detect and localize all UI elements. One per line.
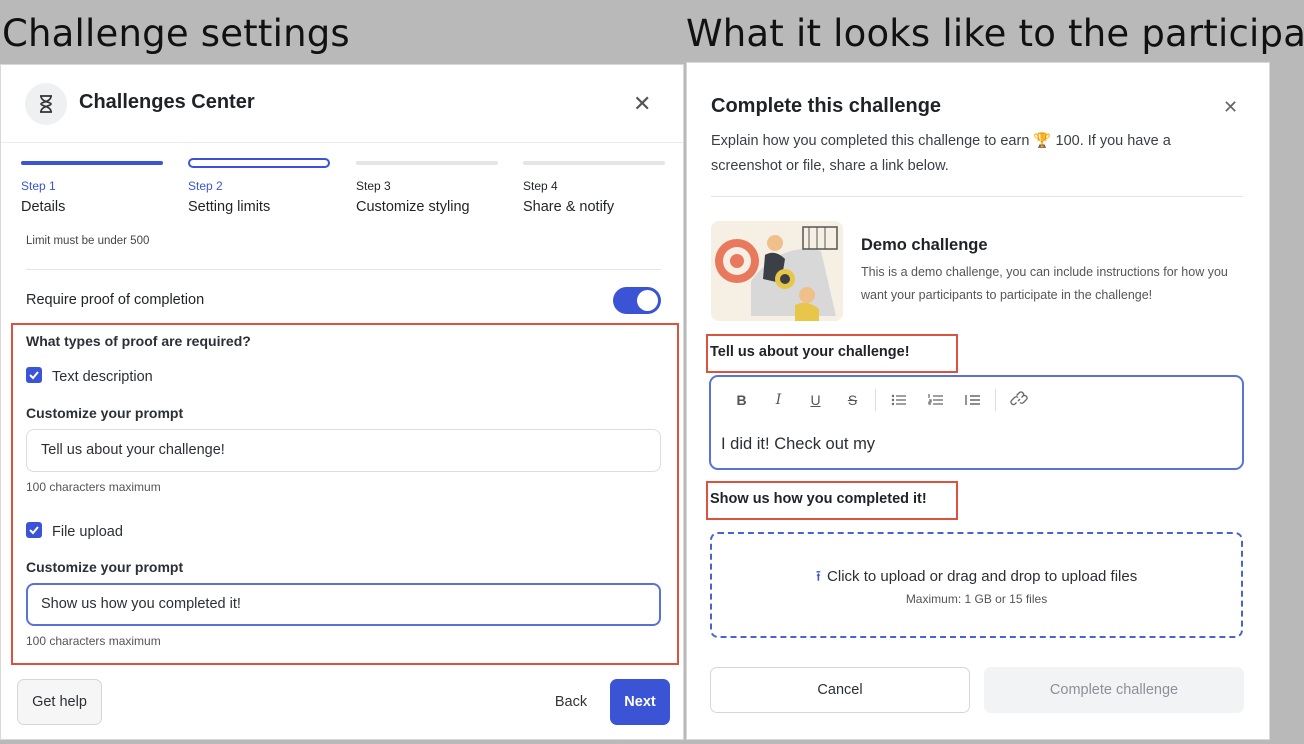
upload-instructions: ⭱ Click to upload or drag and drop to upl… (712, 566, 1241, 591)
participant-modal-title: Complete this challenge (711, 95, 942, 117)
require-proof-label: Require proof of completion (26, 292, 205, 308)
file-prompt-label: Show us how you completed it! (710, 491, 927, 507)
strikethrough-icon[interactable]: S (834, 387, 871, 413)
require-proof-toggle[interactable] (613, 287, 661, 314)
modal-title: Challenges Center (79, 91, 255, 113)
step-label: Share & notify (523, 199, 615, 215)
upload-text: Click to upload or drag and drop to uplo… (827, 568, 1138, 585)
editor-content: I did it! Check out my (721, 435, 876, 453)
char-limit-note: 100 characters maximum (26, 634, 161, 648)
step-number: Step 1 (21, 179, 56, 193)
toolbar-separator (995, 389, 996, 411)
upload-icon: ⭱ (815, 568, 822, 585)
step-label: Details (21, 199, 66, 215)
char-limit-note: 100 characters maximum (26, 480, 161, 494)
back-button[interactable]: Back (541, 679, 601, 725)
demo-challenge-description: This is a demo challenge, you can includ… (861, 265, 1228, 302)
challenge-illustration (711, 221, 843, 321)
text-prompt-input[interactable]: Tell us about your challenge! (26, 429, 661, 472)
close-icon[interactable]: ✕ (1223, 97, 1238, 118)
close-icon[interactable]: ✕ (633, 93, 651, 115)
step-number: Step 3 (356, 179, 391, 193)
limit-note: Limit must be under 500 (26, 235, 150, 247)
link-icon[interactable] (1000, 387, 1037, 413)
underline-icon[interactable]: U (797, 387, 834, 413)
blockquote-icon[interactable] (954, 387, 991, 413)
file-prompt-input[interactable]: Show us how you completed it! (26, 583, 661, 626)
divider (711, 196, 1243, 197)
step-details[interactable]: Step 1 Details (21, 161, 163, 215)
get-help-button[interactable]: Get help (17, 679, 102, 725)
step-number: Step 4 (523, 179, 558, 193)
italic-icon[interactable]: I (760, 387, 797, 413)
step-label: Setting limits (188, 199, 271, 215)
toolbar-separator (875, 389, 876, 411)
hourglass-icon (25, 83, 67, 125)
cancel-button[interactable]: Cancel (710, 667, 970, 713)
customize-prompt-label: Customize your prompt (26, 559, 184, 575)
numbered-list-icon[interactable] (917, 387, 954, 413)
bulleted-list-icon[interactable] (880, 387, 917, 413)
step-share-notify[interactable]: Step 4 Share & notify (523, 161, 665, 215)
demo-challenge-title: Demo challenge (861, 236, 988, 254)
bold-icon[interactable]: B (723, 387, 760, 413)
text-description-label: Text description (52, 369, 153, 385)
text-description-checkbox[interactable] (26, 367, 42, 383)
caption-challenge-settings: Challenge settings (2, 12, 350, 55)
text-prompt-label: Tell us about your challenge! (710, 344, 910, 360)
caption-participant-view: What it looks like to the participant (686, 12, 1304, 55)
rich-text-editor[interactable]: B I U S I did it! Check out my (709, 375, 1244, 470)
editor-toolbar: B I U S (723, 387, 1037, 413)
modal-header: Challenges Center ✕ (1, 65, 683, 143)
customize-prompt-label: Customize your prompt (26, 405, 184, 421)
step-label: Customize styling (356, 199, 470, 215)
step-number: Step 2 (188, 179, 223, 193)
stepper: Step 1 Details Step 2 Setting limits Ste… (21, 158, 666, 221)
proof-types-question: What types of proof are required? (26, 333, 251, 349)
divider (26, 269, 661, 270)
upload-limit: Maximum: 1 GB or 15 files (905, 592, 1048, 606)
next-button[interactable]: Next (610, 679, 670, 725)
participant-description: Explain how you completed this challenge… (711, 133, 1171, 174)
file-upload-checkbox[interactable] (26, 522, 42, 538)
complete-challenge-button[interactable]: Complete challenge (984, 667, 1244, 713)
step-customize-styling[interactable]: Step 3 Customize styling (356, 161, 498, 215)
challenge-settings-modal: Challenges Center ✕ Step 1 Details Step … (0, 64, 684, 740)
file-upload-dropzone[interactable]: ⭱ Click to upload or drag and drop to upl… (710, 532, 1243, 638)
step-setting-limits[interactable]: Step 2 Setting limits (188, 158, 330, 215)
file-upload-label: File upload (52, 524, 123, 540)
